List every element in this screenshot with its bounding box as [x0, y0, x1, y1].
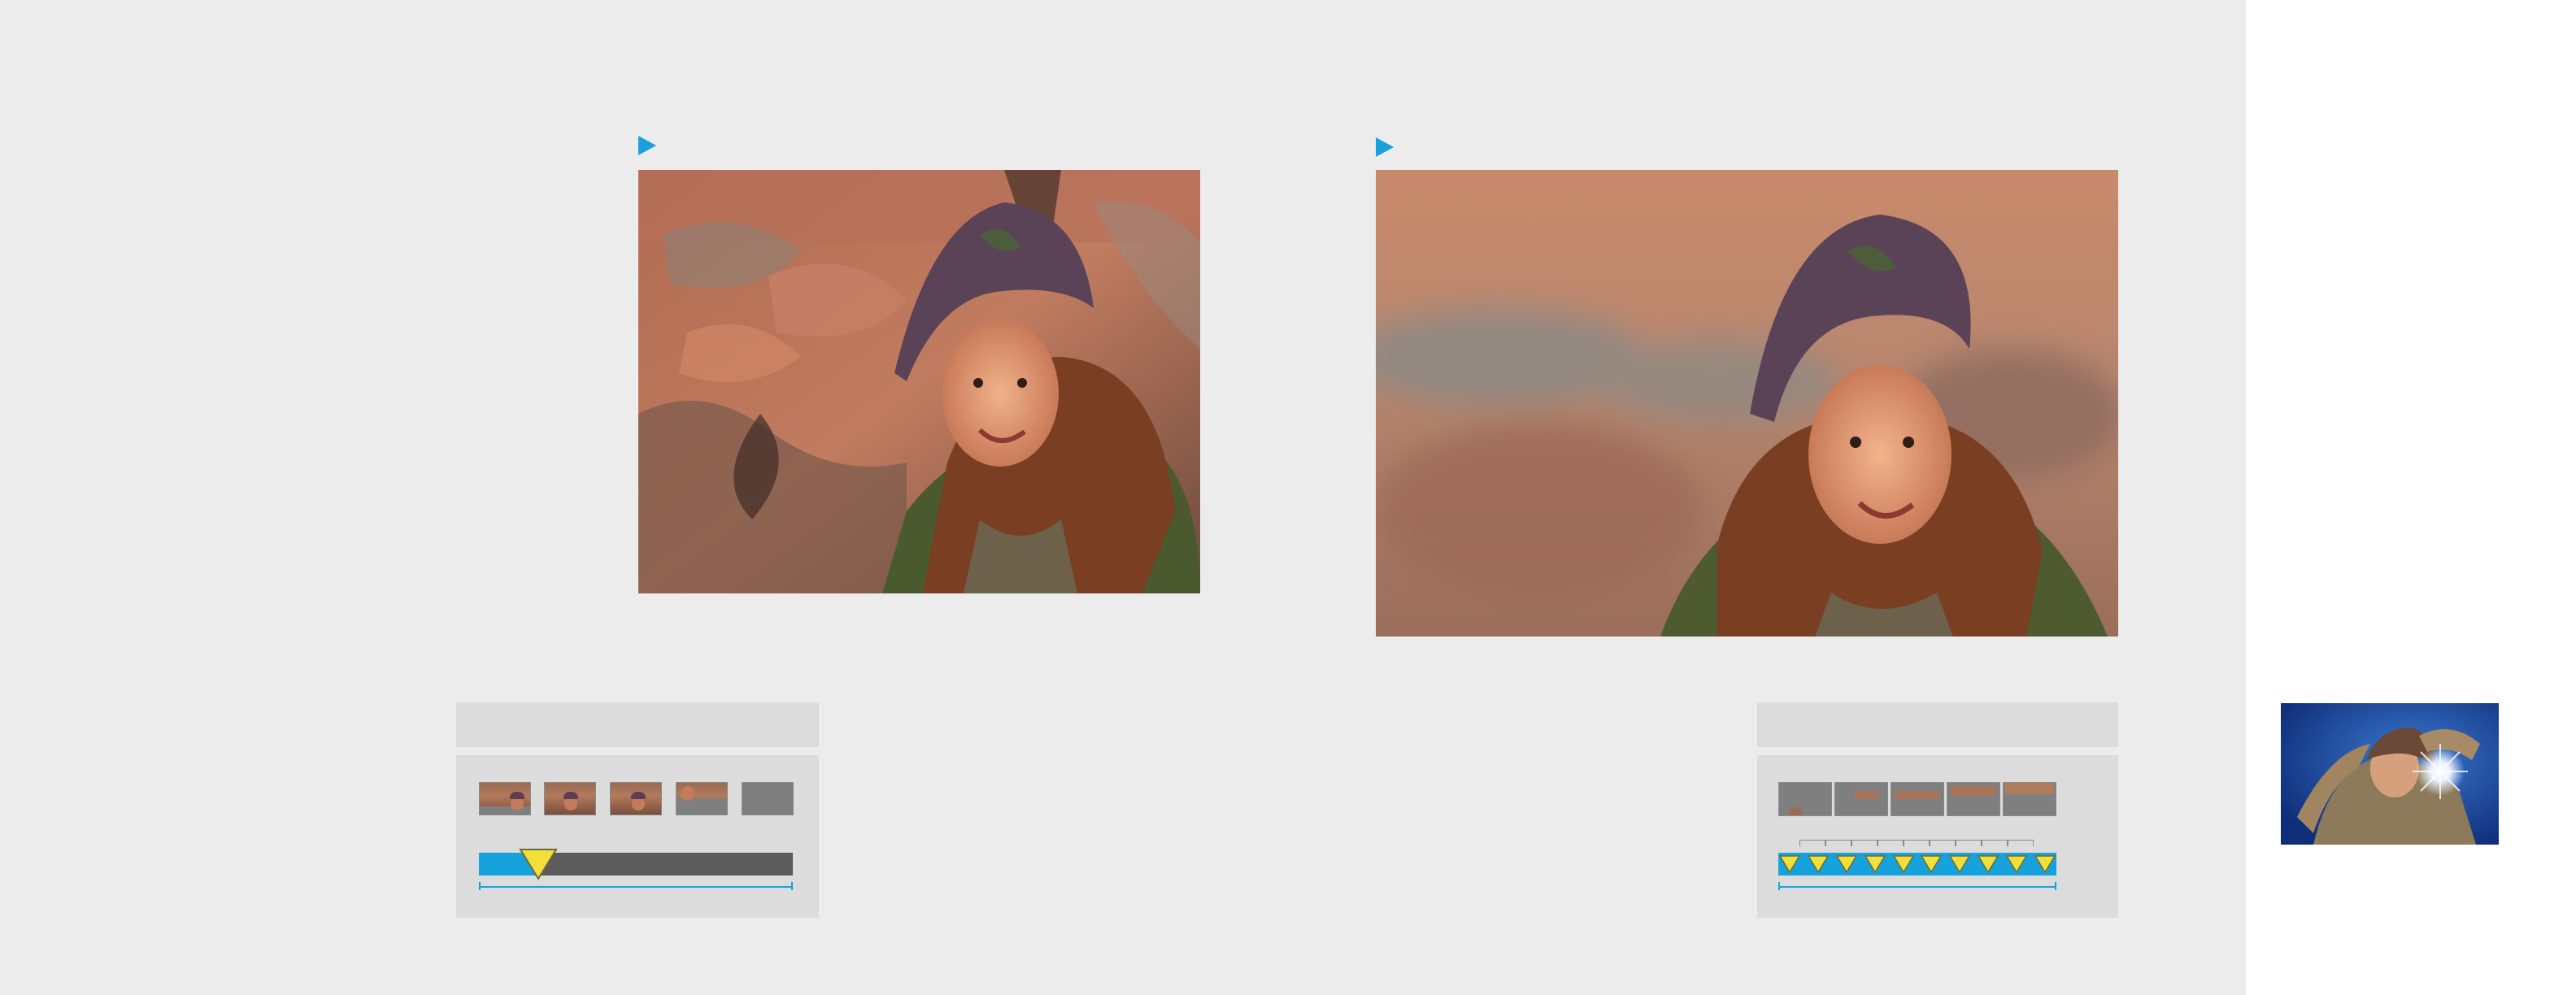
frame-thumbnail: [1947, 782, 2000, 816]
keyframe-marker-icon[interactable]: [1835, 854, 1858, 874]
autofocus-panel-right: [1757, 755, 2118, 918]
frame-bracket: [1799, 840, 1825, 846]
frame-thumbnail: [1834, 782, 1888, 816]
play-marker-icon[interactable]: [638, 136, 656, 155]
page-spread: [0, 0, 2499, 995]
keyframe-marker-icon[interactable]: [1807, 854, 1830, 874]
frame-thumbnail: [676, 782, 728, 815]
play-marker-icon[interactable]: [1376, 137, 1394, 157]
frame-thumbnail: [479, 782, 531, 815]
frame-bracket: [2008, 840, 2034, 846]
frame-bracket: [1956, 840, 1982, 846]
keyframe-marker-icon[interactable]: [1778, 854, 1801, 874]
frame-bracket: [1930, 840, 1956, 846]
keyframe-marker-icon[interactable]: [2005, 854, 2028, 874]
keyframe-marker-icon[interactable]: [1977, 854, 1999, 874]
panel-header-right: [1757, 702, 2118, 747]
frame-thumbnail: [742, 782, 794, 815]
frame-bracket: [1904, 840, 1930, 846]
panel-header-left: [456, 702, 819, 747]
inset-photo-flash: [2281, 703, 2499, 845]
keyframe-marker-icon[interactable]: [519, 848, 559, 880]
portrait-photo-sharp-background: [638, 170, 1200, 593]
keyframe-marker-icon[interactable]: [2034, 854, 2056, 874]
frame-bracket: [1982, 840, 2008, 846]
frame-bracket: [1825, 840, 1852, 846]
timeline-scale: [1778, 886, 2056, 888]
autofocus-panel-left: [456, 755, 819, 918]
frame-thumbnail: [2003, 782, 2056, 816]
keyframe-marker-icon[interactable]: [1864, 854, 1886, 874]
frame-thumbnail: [610, 782, 662, 815]
frame-bracket: [1852, 840, 1878, 846]
frame-thumbnail: [544, 782, 596, 815]
frame-thumbnail: [1891, 782, 1944, 816]
timeline-scale: [479, 886, 793, 888]
frame-thumbnail: [1778, 782, 1832, 816]
frame-bracket: [1878, 840, 1904, 846]
keyframe-marker-icon[interactable]: [1920, 854, 1943, 874]
keyframe-marker-icon[interactable]: [1948, 854, 1971, 874]
keyframe-marker-icon[interactable]: [1892, 854, 1915, 874]
portrait-photo-blurred-background: [1376, 170, 2118, 637]
